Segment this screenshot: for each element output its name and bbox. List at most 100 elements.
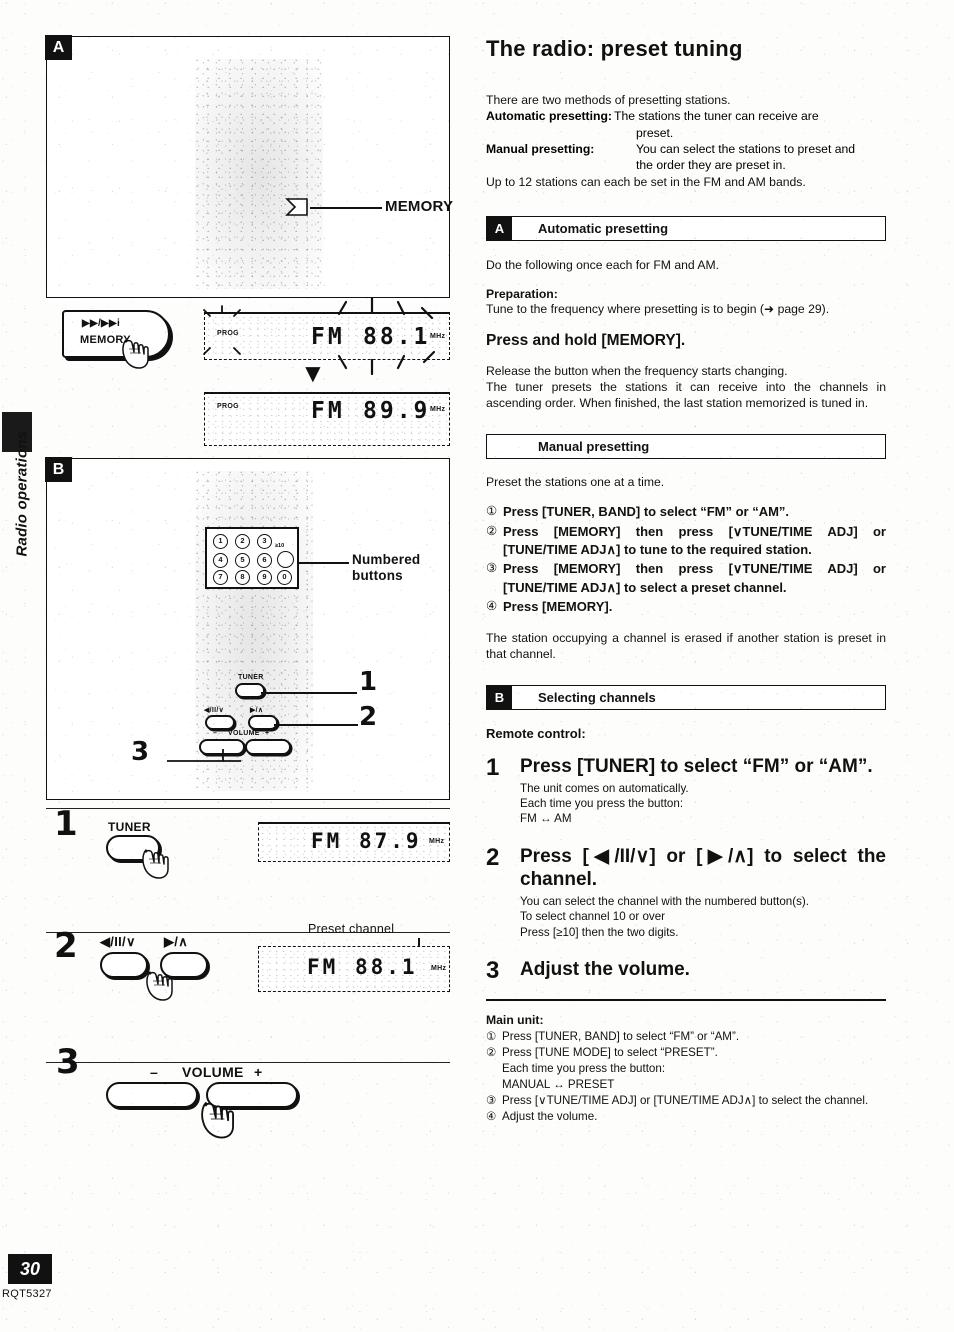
list-marker: ④ <box>486 599 498 614</box>
right-skip-button-label: ▶/∧ <box>250 707 264 714</box>
list-item: ④ Adjust the volume. <box>486 1109 886 1125</box>
memory-callout-label: MEMORY <box>385 198 454 215</box>
intro-definition-cont: the order they are preset in. <box>636 158 786 173</box>
step-content: Adjust the volume. <box>520 958 886 983</box>
step-content: Press [TUNER] to select “FM” or “AM”. Th… <box>520 755 886 827</box>
keypad-callout-line1: Numbered <box>352 552 421 567</box>
pressing-hand-icon <box>201 1102 234 1139</box>
key-7[interactable]: 7 <box>213 570 228 585</box>
lcd-top-edge <box>259 822 449 824</box>
key-1[interactable]: 1 <box>213 534 228 549</box>
step-2-left-button[interactable] <box>100 952 148 978</box>
lcd-band: FM <box>311 829 343 853</box>
section-divider <box>486 999 886 1002</box>
main-unit-label: Main unit: <box>486 1013 544 1028</box>
lcd-display-result: PROG FM 89.9 MHz <box>204 392 450 446</box>
list-marker <box>486 1061 502 1077</box>
step-subtext-line: The unit comes on automatically. <box>520 781 689 795</box>
list-text: Press [∨TUNE/TIME ADJ] or [TUNE/TIME ADJ… <box>502 1094 869 1108</box>
list-item: ④ Press [MEMORY]. <box>486 598 886 616</box>
list-item: ③ Press [∨TUNE/TIME ADJ] or [TUNE/TIME A… <box>486 1093 886 1109</box>
list-text: Press [TUNER, BAND] to select “FM” or “A… <box>503 504 790 520</box>
tuner-button[interactable] <box>235 683 265 698</box>
numbered-buttons-keypad[interactable]: 1 2 3 4 5 6 7 8 9 0 ≥10 <box>205 527 299 589</box>
lcd-frequency: 87.9 <box>359 829 422 853</box>
panel-a-tag: A <box>45 35 72 60</box>
step-number: 2 <box>486 843 500 871</box>
keypad-callout-line2: buttons <box>352 567 403 583</box>
step-1-illustration: 1 TUNER FM 87.9 MHz <box>46 800 450 912</box>
section-tag-b: B <box>487 685 512 709</box>
memory-callout-line <box>310 207 382 209</box>
preparation-text: Tune to the frequency where presetting i… <box>486 302 830 317</box>
key-0[interactable]: 0 <box>277 570 292 585</box>
key-6[interactable]: 6 <box>257 553 272 568</box>
intro-term: Automatic presetting: <box>486 109 612 124</box>
keypad-callout-label: Numbered buttons <box>352 552 420 583</box>
manual-note: The station occupying a channel is erase… <box>486 630 886 662</box>
right-skip-button[interactable] <box>248 715 278 730</box>
list-text: Adjust the volume. <box>502 1110 598 1124</box>
left-skip-button-label: ◀/II/∨ <box>204 707 225 714</box>
list-marker: ① <box>486 504 498 519</box>
intro-term-spacer <box>486 157 614 173</box>
lcd-haze <box>261 949 447 989</box>
lcd-top-edge <box>205 392 449 394</box>
step-content: Press [◀/II/∨] or [▶/∧] to select the ch… <box>520 845 886 940</box>
intro-row-manual: Manual presetting: You can select the st… <box>486 141 886 157</box>
panel-b-box: B 1 2 3 4 5 6 7 8 9 0 ≥10 Numbered butto… <box>45 457 450 800</box>
page-number: 30 <box>8 1254 52 1284</box>
section-title: Selecting channels <box>538 689 656 705</box>
callout-3-number: 3 <box>131 737 150 767</box>
volume-label: VOLUME <box>228 730 260 737</box>
step-title: Press [◀/II/∨] or [▶/∧] to select the ch… <box>520 845 886 890</box>
main-unit-steps-list: ① Press [TUNER, BAND] to select “FM” or … <box>486 1029 886 1125</box>
step-1-lcd-display: FM 87.9 MHz <box>258 822 450 862</box>
section-title: Automatic presetting <box>538 221 669 237</box>
pressing-hand-icon <box>142 849 169 879</box>
list-marker: ③ <box>486 1094 497 1108</box>
step-subtext: The unit comes on automatically. Each ti… <box>520 781 886 827</box>
left-illustration-column: A MEMORY ▶▶/▶▶i MEMORY PROG FM 88.1 MHz … <box>45 35 454 1160</box>
section-header-automatic-presetting: A Automatic presetting <box>486 216 886 242</box>
step-2-lcd-display: FM 88.1 MHz <box>258 946 450 992</box>
auto-intro: Do the following once each for FM and AM… <box>486 258 720 273</box>
intro-definition-cont: preset. <box>636 125 674 140</box>
list-item: MANUAL ↔ PRESET <box>486 1077 886 1093</box>
list-text: MANUAL ↔ PRESET <box>502 1078 615 1092</box>
step-title: Press [TUNER] to select “FM” or “AM”. <box>520 755 873 777</box>
lcd-unit: MHz <box>429 838 445 845</box>
pressing-hand-icon <box>146 971 173 1001</box>
list-text: Each time you press the button: <box>502 1062 666 1076</box>
intro-definition: The stations the tuner can receive are <box>614 109 819 124</box>
volume-up-button[interactable] <box>245 739 291 755</box>
step-subtext-line: To select channel 10 or over <box>520 910 666 924</box>
key-3[interactable]: 3 <box>257 534 272 549</box>
key-2[interactable]: 2 <box>235 534 250 549</box>
keypad-callout-line <box>297 562 349 564</box>
volume-minus-label: – <box>213 730 218 737</box>
key-8[interactable]: 8 <box>235 570 250 585</box>
key-4[interactable]: 4 <box>213 553 228 568</box>
intro-term-spacer <box>486 125 614 141</box>
step-3-number: 3 <box>56 1042 80 1082</box>
step-subtext-line: Press [≥10] then the two digits. <box>520 925 679 939</box>
key-over-ten[interactable] <box>277 551 294 568</box>
side-tab-label: Radio operations <box>13 430 31 557</box>
step-1-button-label: TUNER <box>108 820 151 834</box>
instruction-step-1: 1 Press [TUNER] to select “FM” or “AM”. … <box>486 754 886 827</box>
volume-down-button[interactable] <box>106 1082 198 1108</box>
volume-plus-label: + <box>265 730 270 737</box>
left-skip-button[interactable] <box>205 715 235 730</box>
list-marker: ④ <box>486 1110 497 1124</box>
remote-photo-a <box>195 59 323 289</box>
key-9[interactable]: 9 <box>257 570 272 585</box>
step-subtext-line: Each time you press the button: <box>520 797 684 810</box>
page-title: The radio: preset tuning <box>486 36 743 61</box>
list-text: Press [MEMORY] then press [∨TUNE/TIME AD… <box>503 523 886 558</box>
lcd-frequency: 89.9 <box>363 398 431 424</box>
panel-b-tag: B <box>45 457 72 482</box>
key-5[interactable]: 5 <box>235 553 250 568</box>
list-marker <box>486 1077 502 1093</box>
panel-a-box: A MEMORY <box>45 35 454 298</box>
